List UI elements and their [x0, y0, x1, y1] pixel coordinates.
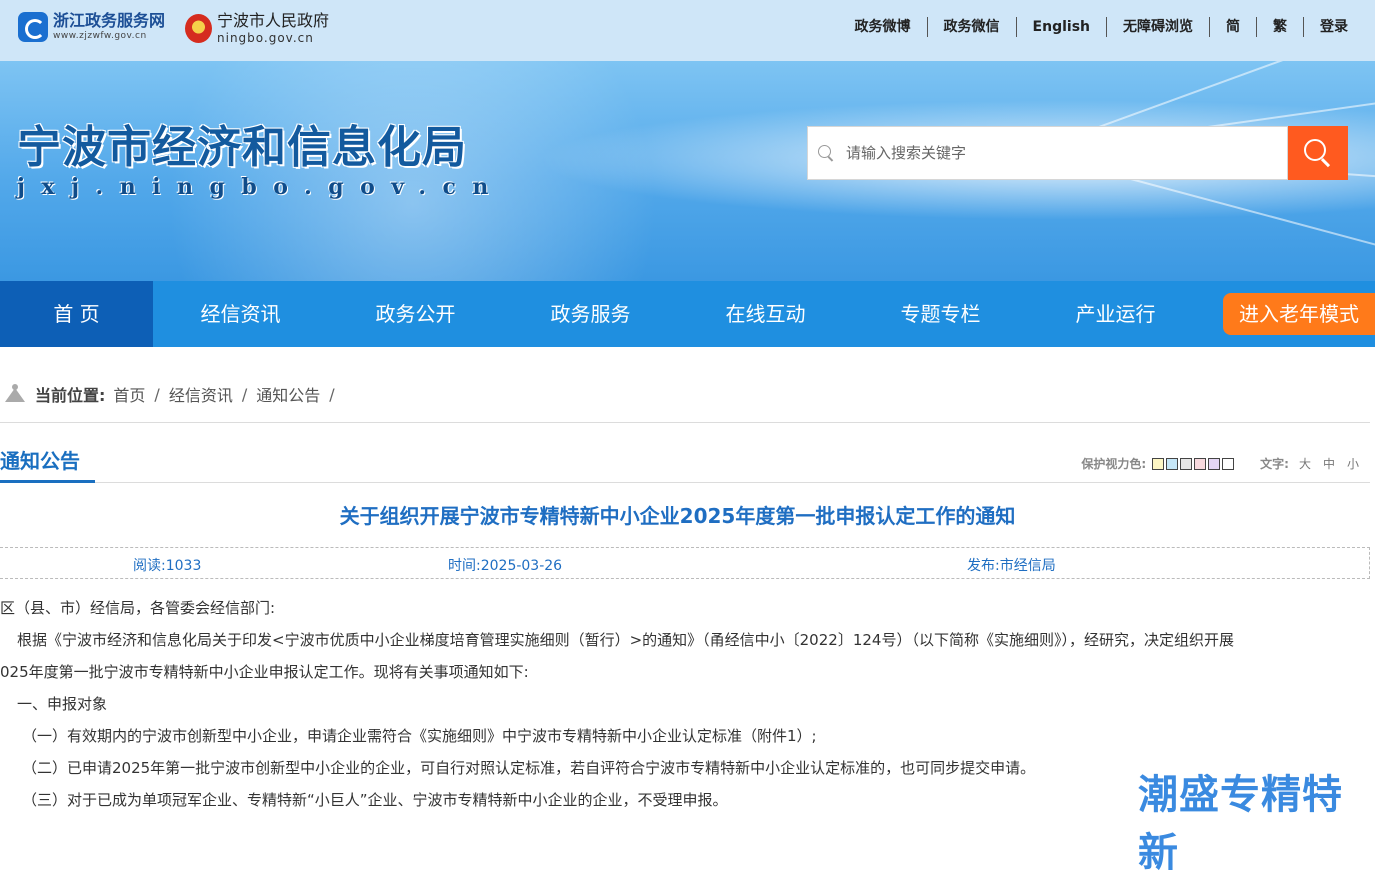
eye-care-label: 保护视力色: — [1081, 457, 1147, 471]
traditional-chinese-link[interactable]: 繁 — [1257, 17, 1304, 37]
eye-care-swatch-yellow[interactable] — [1152, 457, 1165, 470]
breadcrumb-news[interactable]: 经信资讯 — [169, 382, 233, 406]
font-size-large[interactable]: 大 — [1299, 455, 1311, 472]
nav-item-online-interaction[interactable]: 在线互动 — [678, 281, 853, 347]
zjzwfw-logo-url: www.zjzwfw.gov.cn — [53, 31, 147, 41]
font-size-medium[interactable]: 中 — [1323, 455, 1335, 472]
eye-care-swatch-pink[interactable] — [1194, 457, 1207, 470]
zjzwfw-logo[interactable]: 浙江政务服务网 www.zjzwfw.gov.cn — [18, 12, 165, 42]
breadcrumb-divider — [0, 422, 1370, 423]
article-paragraph: （二）已申请2025年第一批宁波市创新型中小企业的企业，可自行对照认定标准，若自… — [22, 759, 1036, 777]
top-bar: 浙江政务服务网 www.zjzwfw.gov.cn 宁波市人民政府 ningbo… — [0, 0, 1375, 61]
wechat-link[interactable]: 政务微信 — [928, 17, 1017, 37]
zjzwfw-logo-icon — [18, 12, 48, 42]
breadcrumb-label: 当前位置: — [35, 386, 106, 405]
eye-care-swatch-gray[interactable] — [1180, 457, 1193, 470]
breadcrumb-separator: / — [329, 384, 335, 404]
accessibility-link[interactable]: 无障碍浏览 — [1107, 17, 1210, 37]
breadcrumb-home[interactable]: 首页 — [113, 382, 145, 406]
english-link[interactable]: English — [1017, 17, 1107, 37]
breadcrumb-separator: / — [154, 384, 160, 404]
breadcrumb: 当前位置: 首页 / 经信资讯 / 通知公告 / — [5, 382, 344, 406]
nav-item-gov-affairs-open[interactable]: 政务公开 — [328, 281, 503, 347]
section-title: 通知公告 — [0, 449, 80, 473]
nav-item-industry-operation[interactable]: 产业运行 — [1028, 281, 1203, 347]
section-title-underline — [0, 480, 95, 483]
article-paragraph: 区（县、市）经信局，各管委会经信部门: — [0, 599, 276, 617]
nav-item-special-topics[interactable]: 专题专栏 — [853, 281, 1028, 347]
article-date: 时间:2025-03-26 — [448, 558, 563, 574]
elder-mode-button[interactable]: 进入老年模式 — [1223, 293, 1375, 335]
font-size-small[interactable]: 小 — [1347, 455, 1359, 472]
article-title: 关于组织开展宁波市专精特新中小企业2025年度第一批申报认定工作的通知 — [339, 504, 1016, 528]
search-icon — [818, 145, 834, 161]
article-paragraph: 025年度第一批宁波市专精特新中小企业申报认定工作。现将有关事项通知如下: — [0, 663, 529, 681]
simplified-chinese-link[interactable]: 简 — [1210, 17, 1257, 37]
nav-item-home[interactable]: 首 页 — [0, 281, 153, 347]
font-size-label: 文字: — [1260, 457, 1289, 471]
ningbo-gov-logo-title: 宁波市人民政府 — [217, 11, 330, 30]
login-link[interactable]: 登录 — [1304, 17, 1348, 37]
article-publisher: 发布:市经信局 — [967, 558, 1056, 574]
breadcrumb-separator: / — [241, 384, 248, 404]
site-domain: jxj.ningbo.gov.cn — [17, 174, 505, 200]
magnifier-icon — [1304, 139, 1332, 167]
nav-item-news[interactable]: 经信资讯 — [153, 281, 328, 347]
article-paragraph: 根据《宁波市经济和信息化局关于印发<宁波市优质中小企业梯度培育管理实施细则（暂行… — [17, 631, 1234, 649]
ningbo-gov-logo-url: ningbo.gov.cn — [217, 31, 314, 45]
search-button[interactable] — [1288, 126, 1348, 180]
reading-tools: 保护视力色: 文字: 大 中 小 — [1081, 455, 1359, 472]
search-box — [807, 126, 1288, 180]
watermark: 潮盛专精特新 — [1138, 772, 1343, 876]
article-heading: 一、申报对象 — [17, 695, 108, 713]
eye-care-swatch-purple[interactable] — [1208, 457, 1221, 470]
nav-item-gov-services[interactable]: 政务服务 — [503, 281, 678, 347]
article-read-count: 阅读:1033 — [133, 558, 202, 574]
top-links: 政务微博 政务微信 English 无障碍浏览 简 繁 登录 — [839, 17, 1348, 37]
eye-care-swatch-blue[interactable] — [1166, 457, 1179, 470]
search-input[interactable] — [846, 144, 1266, 162]
site-title[interactable]: 宁波市经济和信息化局 — [17, 111, 467, 175]
ningbo-gov-logo[interactable]: 宁波市人民政府 ningbo.gov.cn — [185, 13, 329, 44]
eye-care-swatch-white[interactable] — [1222, 457, 1235, 470]
section-divider — [0, 482, 1370, 483]
location-icon — [5, 384, 25, 402]
article-paragraph: （三）对于已成为单项冠军企业、专精特新“小巨人”企业、宁波市专精特新中小企业的企… — [22, 791, 728, 809]
article-meta: 阅读:1033 时间:2025-03-26 发布:市经信局 — [0, 547, 1370, 579]
weibo-link[interactable]: 政务微博 — [839, 17, 928, 37]
national-emblem-icon — [185, 14, 212, 43]
zjzwfw-logo-title: 浙江政务服务网 — [53, 11, 166, 30]
header-banner: 宁波市经济和信息化局 jxj.ningbo.gov.cn — [0, 61, 1375, 281]
main-nav: 首 页 经信资讯 政务公开 政务服务 在线互动 专题专栏 产业运行 进入老年模式 — [0, 281, 1375, 347]
article-paragraph: （一）有效期内的宁波市创新型中小企业，申请企业需符合《实施细则》中宁波市专精特新… — [22, 727, 817, 745]
breadcrumb-notices[interactable]: 通知公告 — [256, 382, 320, 406]
